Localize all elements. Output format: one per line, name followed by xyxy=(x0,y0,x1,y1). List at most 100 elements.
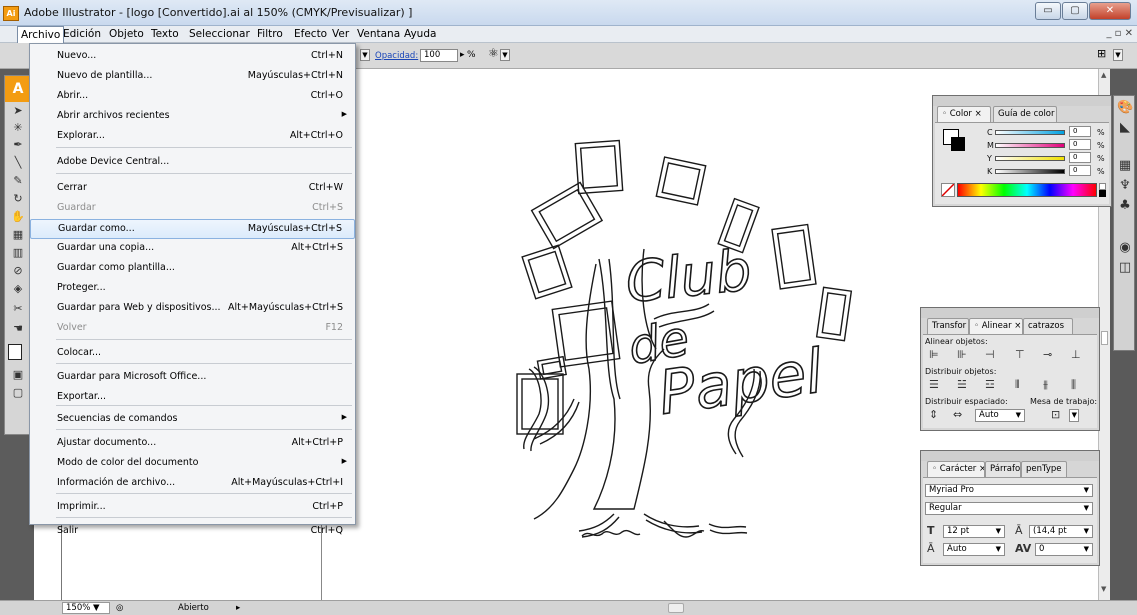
close-button[interactable]: ✕ xyxy=(1089,2,1131,20)
channel-y-slider[interactable] xyxy=(995,156,1065,161)
align-hcenter-icon[interactable]: ⊪ xyxy=(957,348,967,361)
menu-item[interactable]: Guardar para Web y dispositivos... Alt+Ma… xyxy=(30,299,355,319)
tab-pathfinder[interactable]: catrazos xyxy=(1023,318,1073,335)
opacity-input[interactable]: 100 xyxy=(420,49,458,62)
swatches-icon[interactable]: 🎨 xyxy=(1117,100,1133,116)
menu-ver[interactable]: Ver xyxy=(329,26,352,43)
spacing-value-field[interactable]: Auto ▼ xyxy=(975,409,1025,422)
channel-k-slider[interactable] xyxy=(995,169,1065,174)
align-to-dropdown[interactable]: ▼ xyxy=(1069,409,1079,422)
distribute-top-icon[interactable]: ☰ xyxy=(929,378,939,391)
menu-objeto[interactable]: Objeto xyxy=(106,26,147,43)
style-dropdown-arrow[interactable]: ▼ xyxy=(360,49,370,61)
graph-tool-icon[interactable]: ▥ xyxy=(8,246,28,259)
color-spectrum-bar[interactable] xyxy=(957,183,1097,197)
distribute-right-icon[interactable]: ⫼ xyxy=(1071,378,1076,392)
menu-item[interactable]: Información de archivo... Alt+Mayúsculas+… xyxy=(30,474,355,494)
menu-item[interactable]: Guardar como... Mayúsculas+Ctrl+S xyxy=(30,219,355,239)
status-menu-arrow-icon[interactable]: ▸ xyxy=(236,603,240,613)
menu-item[interactable]: Guardar para Microsoft Office... xyxy=(30,368,355,388)
fill-swatch[interactable] xyxy=(8,344,22,360)
menu-item[interactable]: Guardar como plantilla... xyxy=(30,259,355,279)
symbol-sprayer-icon[interactable]: ▦ xyxy=(8,228,28,241)
tab-transform[interactable]: Transfor xyxy=(927,318,969,335)
menu-seleccionar[interactable]: Seleccionar xyxy=(186,26,253,43)
screen-mode-icon[interactable]: ▢ xyxy=(8,386,28,399)
kerning-field[interactable]: Auto ▼ xyxy=(943,543,1005,556)
menu-texto[interactable]: Texto xyxy=(148,26,182,43)
channel-k-value[interactable]: 0 xyxy=(1069,165,1091,176)
workspace-icon[interactable]: ⊞ xyxy=(1097,47,1106,60)
tab-character[interactable]: ◦ Carácter × xyxy=(927,461,985,478)
menu-item[interactable]: Guardar una copia... Alt+Ctrl+S xyxy=(30,239,355,259)
stroke-color-swatch[interactable] xyxy=(951,137,965,151)
align-left-icon[interactable]: ⊫ xyxy=(929,348,939,361)
recolor-dropdown[interactable]: ▼ xyxy=(500,49,510,61)
menu-item[interactable]: Adobe Device Central... xyxy=(30,153,355,173)
pen-tool-icon[interactable]: ✒ xyxy=(8,138,28,151)
menu-item[interactable]: Cerrar Ctrl+W xyxy=(30,179,355,199)
magic-wand-icon[interactable]: ✳ xyxy=(8,121,28,134)
recolor-icon[interactable]: ⚛ xyxy=(488,46,499,60)
menu-item[interactable]: Nuevo... Ctrl+N xyxy=(30,47,355,67)
symbols-icon[interactable]: ♣ xyxy=(1117,198,1133,214)
menu-item[interactable]: Modo de color del documento ▶ xyxy=(30,454,355,474)
align-panel-header[interactable] xyxy=(921,308,1099,318)
tab-color-guide[interactable]: Guía de color xyxy=(993,106,1057,123)
tab-color[interactable]: ◦ Color × xyxy=(937,106,991,123)
hand-tool-icon[interactable]: ☚ xyxy=(8,322,28,335)
live-paint-icon[interactable]: ◈ xyxy=(8,282,28,295)
menu-item[interactable]: Salir Ctrl+Q xyxy=(30,522,355,542)
minimize-button[interactable]: ▭ xyxy=(1035,2,1061,20)
color-mode-icon[interactable]: ▣ xyxy=(8,368,28,381)
menu-item[interactable]: Secuencias de comandos ▶ xyxy=(30,410,355,430)
eyedropper-icon[interactable]: ⊘ xyxy=(8,264,28,277)
menu-item[interactable]: Explorar... Alt+Ctrl+O xyxy=(30,127,355,147)
black-swatch[interactable] xyxy=(1099,190,1106,197)
tab-paragraph[interactable]: Párrafo xyxy=(985,461,1021,478)
menu-item[interactable]: Colocar... xyxy=(30,344,355,364)
tracking-field[interactable]: 0 ▼ xyxy=(1035,543,1093,556)
opacity-arrow-icon[interactable]: ▸ xyxy=(460,50,465,60)
channel-c-value[interactable]: 0 xyxy=(1069,126,1091,137)
appearance-icon[interactable]: ◉ xyxy=(1117,240,1133,256)
menu-item[interactable]: Abrir... Ctrl+O xyxy=(30,87,355,107)
channel-m-slider[interactable] xyxy=(995,143,1065,148)
brushes-icon[interactable]: ♆ xyxy=(1117,178,1133,194)
align-top-icon[interactable]: ⊤ xyxy=(1015,348,1025,361)
opacity-label[interactable]: Opacidad: xyxy=(375,51,418,61)
tab-align[interactable]: ◦ Alinear × xyxy=(969,318,1023,335)
align-vcenter-icon[interactable]: ⊸ xyxy=(1043,348,1052,361)
menu-item[interactable]: Guardar Ctrl+S xyxy=(30,199,355,219)
gradient-icon[interactable]: ◣ xyxy=(1117,120,1133,136)
status-icon[interactable]: ◎ xyxy=(116,603,123,613)
distribute-bottom-icon[interactable]: ☲ xyxy=(985,378,995,391)
font-family-select[interactable]: Myriad Pro ▼ xyxy=(925,484,1093,497)
menu-item[interactable]: Imprimir... Ctrl+P xyxy=(30,498,355,518)
menu-item[interactable]: Volver F12 xyxy=(30,319,355,339)
scroll-down-icon[interactable]: ▼ xyxy=(1101,585,1106,593)
font-style-select[interactable]: Regular ▼ xyxy=(925,502,1093,515)
tab-opentype[interactable]: penType xyxy=(1021,461,1067,478)
menu-item[interactable]: Nuevo de plantilla... Mayúsculas+Ctrl+N xyxy=(30,67,355,87)
distribute-hcenter-icon[interactable]: ⫵ xyxy=(1043,378,1048,392)
channel-c-slider[interactable] xyxy=(995,130,1065,135)
color-panel-header[interactable] xyxy=(933,96,1111,106)
document-window-controls[interactable]: _ ▫ ✕ xyxy=(1106,28,1133,39)
menu-item[interactable]: Abrir archivos recientes ▶ xyxy=(30,107,355,127)
scissors-icon[interactable]: ✂ xyxy=(8,302,28,315)
selection-tool-icon[interactable]: ➤ xyxy=(8,104,28,117)
menu-efecto[interactable]: Efecto xyxy=(291,26,330,43)
align-right-icon[interactable]: ⊣ xyxy=(985,348,995,361)
graphic-styles-icon[interactable]: ▦ xyxy=(1117,158,1133,174)
menu-ventana[interactable]: Ventana xyxy=(354,26,403,43)
horizontal-scroll-thumb[interactable] xyxy=(668,603,684,613)
zoom-select[interactable]: 150% ▼ xyxy=(62,602,110,614)
font-size-field[interactable]: 12 pt ▼ xyxy=(943,525,1005,538)
menu-item[interactable]: Ajustar documento... Alt+Ctrl+P xyxy=(30,434,355,454)
menu-ayuda[interactable]: Ayuda xyxy=(401,26,439,43)
layers-icon[interactable]: ◫ xyxy=(1117,260,1133,276)
warp-tool-icon[interactable]: ✋ xyxy=(8,210,28,223)
distribute-vspace-icon[interactable]: ⇕ xyxy=(929,408,938,421)
distribute-left-icon[interactable]: ⫴ xyxy=(1015,378,1020,392)
